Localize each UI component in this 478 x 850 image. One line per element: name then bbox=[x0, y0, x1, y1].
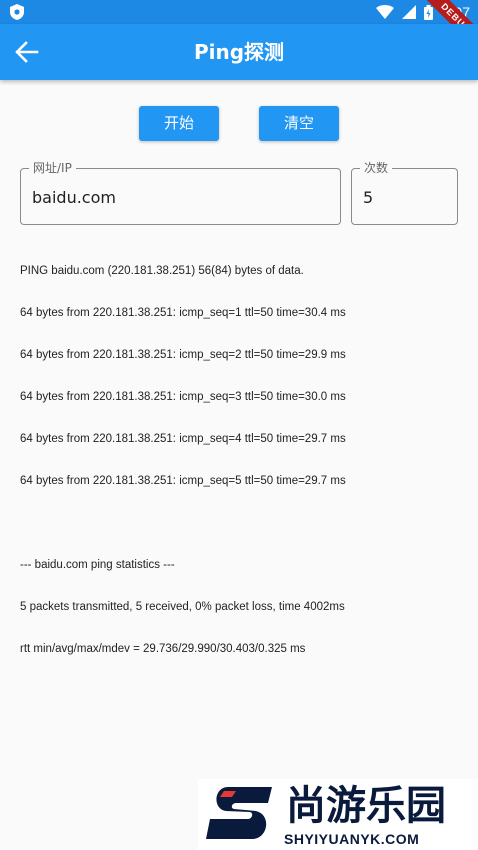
output-stats-title: --- baidu.com ping statistics --- bbox=[20, 559, 175, 571]
app-bar: Ping探测 bbox=[0, 24, 478, 80]
battery-icon bbox=[423, 4, 433, 20]
host-field: 网址/IP bbox=[20, 160, 341, 225]
output-spacer bbox=[20, 516, 465, 530]
arrow-back-icon[interactable] bbox=[14, 40, 40, 64]
shield-icon bbox=[10, 4, 24, 20]
count-field-label: 次数 bbox=[360, 160, 393, 176]
page-title: Ping探测 bbox=[193, 40, 285, 64]
brand-name: 尚游乐园 bbox=[286, 783, 446, 829]
output-reply-line: 64 bytes from 220.181.38.251: icmp_seq=3… bbox=[20, 391, 346, 403]
watermark: 尚游乐园 SHYIYUANYK.COM bbox=[198, 779, 478, 850]
wifi-icon bbox=[375, 5, 394, 19]
signal-icon bbox=[401, 5, 416, 19]
ping-output: PING baidu.com (220.181.38.251) 56(84) b… bbox=[20, 236, 465, 670]
count-input[interactable] bbox=[363, 185, 443, 209]
host-field-label: 网址/IP bbox=[29, 160, 76, 176]
host-input[interactable] bbox=[32, 185, 322, 209]
output-header: PING baidu.com (220.181.38.251) 56(84) b… bbox=[20, 265, 304, 277]
output-reply-line: 64 bytes from 220.181.38.251: icmp_seq=1… bbox=[20, 307, 346, 319]
start-button[interactable]: 开始 bbox=[139, 106, 219, 141]
clear-button[interactable]: 清空 bbox=[259, 106, 339, 141]
output-stats-rtt: rtt min/avg/max/mdev = 29.736/29.990/30.… bbox=[20, 643, 306, 655]
brand-url: SHYIYUANYK.COM bbox=[284, 831, 420, 847]
status-bar: 3:07 DEBUG bbox=[0, 0, 478, 58]
count-field: 次数 bbox=[351, 160, 458, 225]
brand-logo-icon bbox=[206, 787, 272, 839]
output-reply-line: 64 bytes from 220.181.38.251: icmp_seq=4… bbox=[20, 433, 346, 445]
output-reply-line: 64 bytes from 220.181.38.251: icmp_seq=2… bbox=[20, 349, 346, 361]
output-stats-packets: 5 packets transmitted, 5 received, 0% pa… bbox=[20, 601, 345, 613]
output-reply-line: 64 bytes from 220.181.38.251: icmp_seq=5… bbox=[20, 475, 346, 487]
